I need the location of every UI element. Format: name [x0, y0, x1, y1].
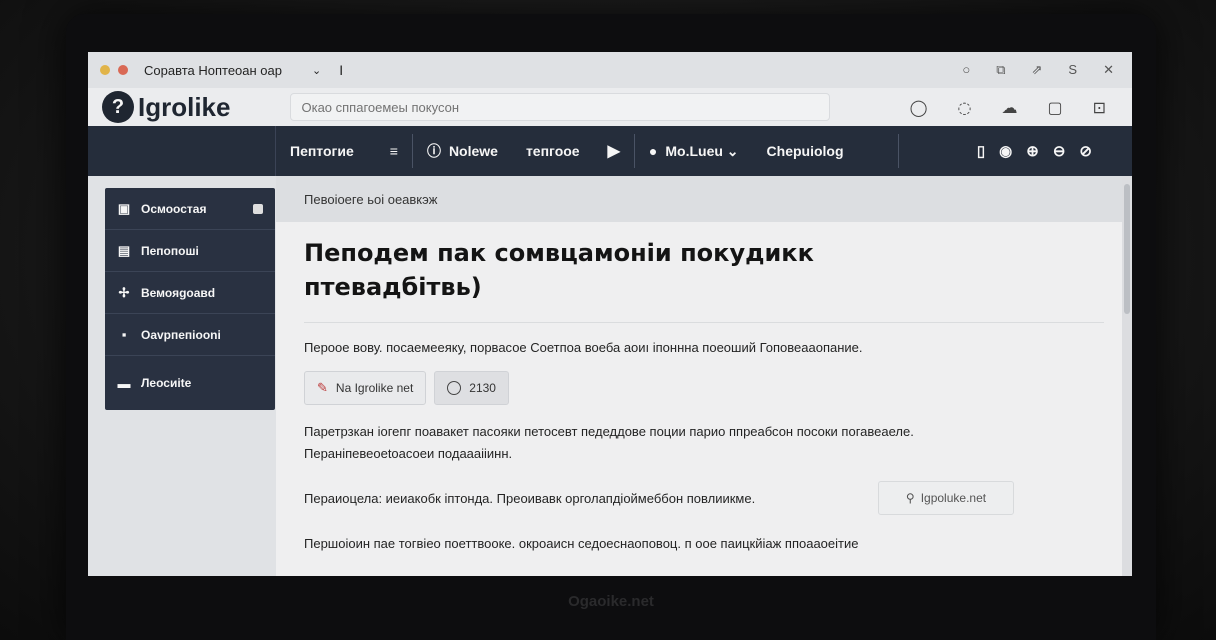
chip-label: Na Igrolike net: [335, 381, 414, 395]
restore-icon[interactable]: ⧉: [996, 62, 1005, 78]
dot-icon: ●: [648, 143, 658, 159]
screen: Соравта Ноптеоан оар ⌄ I ○ ⧉ ⇗ S ✕ ? Igr…: [88, 52, 1132, 576]
nav-label: Пептогие: [290, 143, 354, 159]
sidebar-item-label: Оаvрпепіооnі: [141, 327, 221, 342]
document-icon: ▤: [117, 242, 131, 258]
sidebar-badge: [253, 203, 263, 214]
text-cursor-icon: I: [339, 62, 344, 78]
settings-icon[interactable]: S: [1068, 62, 1077, 78]
content-wrap: ▣ Осмоостая ▤ Пепопоші ✢ Вемояgоавd ▪ Оа…: [88, 176, 1132, 576]
sidebar-item-4[interactable]: ▬ Леосиіtе: [105, 356, 275, 410]
globe-icon[interactable]: ⊕: [1026, 142, 1039, 160]
breadcrumb[interactable]: Певоіоеге ьоі оеавкэж: [276, 176, 1132, 222]
window-icon: ▣: [117, 200, 131, 216]
paragraph-body-2: Пераніпевеоеtоасоеи подаааііинн.: [304, 446, 513, 461]
count-chip[interactable]: 2130: [434, 371, 509, 405]
sidebar-item-label: Леосиіtе: [141, 376, 192, 390]
scrollbar[interactable]: [1122, 176, 1132, 576]
search-icon: ⚲: [905, 491, 915, 505]
bezel-logo: Ogaoike.net: [568, 593, 654, 610]
bubble-icon[interactable]: ◌: [958, 98, 972, 117]
site-header: ? Igrolike ◯ ◌ ☁ ▢ ⊡: [88, 88, 1132, 126]
site-search-chip[interactable]: ⚲ Igpoluke.net: [878, 481, 1014, 515]
header-icons: ◯ ◌ ☁ ▢ ⊡: [910, 98, 1118, 117]
nav-label: Chepuiolog: [766, 143, 844, 159]
chip-row: ✎ Na Igrolike net 2130: [276, 359, 1132, 405]
sidebar-item-3[interactable]: ▪ Оаvрпепіооnі: [105, 314, 275, 356]
logo-mark-icon: ?: [102, 91, 134, 123]
nav-spacer: [88, 126, 276, 176]
sidebar: ▣ Осмоостая ▤ Пепопоші ✢ Вемояgоавd ▪ Оа…: [105, 188, 275, 410]
search-input[interactable]: [290, 93, 831, 121]
puzzle-icon: ✢: [118, 284, 130, 300]
chat-icon[interactable]: ◯: [910, 98, 928, 117]
square-icon: ▪: [121, 327, 127, 342]
play-icon: ▶: [607, 143, 620, 160]
sidebar-item-label: Осмоостая: [141, 201, 207, 216]
chip-label: 2130: [469, 381, 496, 395]
paragraph-body-1: Паретрзкан іогепг поавакет пасояки петос…: [304, 424, 914, 439]
paragraph-body-3: Пераиоцела: иеиакобк іптонда. Преоивавк …: [304, 490, 756, 506]
title-bar: Соравта Ноптеоан оар ⌄ I ○ ⧉ ⇗ S ✕: [88, 52, 1132, 88]
popout-icon[interactable]: ⇗: [1032, 62, 1043, 78]
chip-label: Igpoluke.net: [920, 491, 987, 505]
window-controls: ○ ⧉ ⇗ S ✕: [962, 62, 1120, 78]
sidebar-column: ▣ Осмоостая ▤ Пепопоші ✢ Вемояgоавd ▪ Оа…: [88, 176, 276, 576]
main-content: Певоіоеге ьоі оеавкэж Пеподем пак сомвца…: [276, 176, 1132, 576]
nav-icons: ▯ ◉ ⊕ ⊖ ⊘: [963, 142, 1132, 160]
logo-text: Igrolike: [138, 91, 231, 122]
sidebar-item-0[interactable]: ▣ Осмоостая: [105, 188, 275, 230]
nav-item-play[interactable]: ▶: [594, 126, 634, 176]
scrollbar-thumb[interactable]: [1124, 184, 1130, 314]
nav-item-topics[interactable]: тепгооe: [512, 126, 594, 176]
card-icon: ▬: [117, 375, 131, 391]
nav-label: Мо.Lueu ⌄: [665, 142, 739, 159]
menu-icon: ≡: [389, 143, 398, 159]
paragraph-intro: Пероое вову. посаемееяку, порвасое Соетп…: [304, 340, 863, 355]
save-icon[interactable]: ▢: [1047, 98, 1062, 117]
nav-label: тепгооe: [525, 143, 580, 159]
tab-chevron-icon[interactable]: ⌄: [312, 64, 321, 77]
nav-item-menu-dropdown[interactable]: ● Мо.Lueu ⌄: [635, 126, 753, 176]
nav-item-catalog[interactable]: Chepuiolog: [753, 126, 858, 176]
circle-icon: [447, 381, 462, 395]
tab-title[interactable]: Соравта Ноптеоан оар: [144, 63, 282, 78]
site-link-chip[interactable]: ✎ Na Igrolike net: [304, 371, 427, 405]
sidebar-item-1[interactable]: ▤ Пепопоші: [105, 230, 275, 272]
sidebar-item-label: Пепопоші: [141, 243, 199, 258]
pencil-icon: ✎: [317, 380, 328, 395]
close-icon[interactable]: ✕: [1103, 62, 1114, 78]
paragraph-row: Пераиоцела: иеиакобк іптонда. Преоивавк …: [276, 465, 1132, 515]
sidebar-item-2[interactable]: ✢ Вемояgоавd: [105, 272, 275, 314]
nav-item-home[interactable]: Пептогие ≡: [276, 126, 412, 176]
page-title: Пеподем пак сомвцамоніи покудикк птевадб…: [304, 239, 814, 301]
grid-icon[interactable]: ⊡: [1093, 98, 1106, 117]
phone-icon[interactable]: ▯: [977, 142, 985, 160]
camera-icon[interactable]: ◉: [999, 142, 1012, 160]
sidebar-item-label: Вемояgоавd: [141, 285, 216, 300]
nav-item-news[interactable]: ⓘ Nolewe: [413, 126, 512, 176]
nav-label: Nolewe: [448, 143, 498, 159]
divider: [304, 322, 1104, 323]
info-icon: ⓘ: [426, 143, 441, 159]
cloud-icon[interactable]: ☁: [1001, 98, 1017, 117]
paragraph-body-4: Першоіоин пае тогвіео поеттвооке. окроаи…: [304, 536, 859, 551]
refresh-icon[interactable]: ⊘: [1079, 142, 1092, 160]
close-dot-icon[interactable]: [118, 65, 128, 75]
nav-divider: [897, 134, 899, 168]
logo[interactable]: ? Igrolike: [102, 91, 230, 123]
main-nav: Пептогие ≡ ⓘ Nolewe тепгооe ▶ ● Мо.Lueu …: [88, 126, 1132, 176]
record-icon[interactable]: ○: [962, 62, 970, 78]
cloud-upload-icon[interactable]: ⊖: [1053, 142, 1066, 160]
minimize-dot-icon[interactable]: [100, 65, 110, 75]
